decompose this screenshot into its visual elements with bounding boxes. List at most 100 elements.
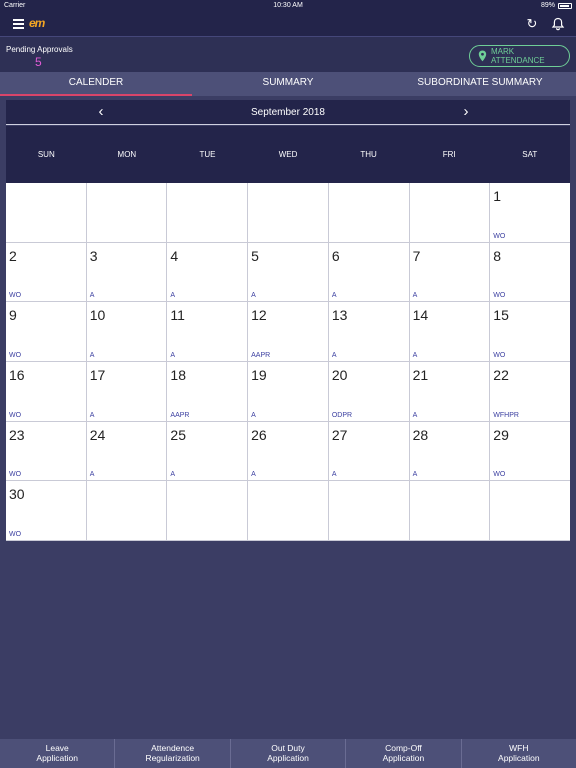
pending-approvals-bar: Pending Approvals 5 MARK ATTENDANCE xyxy=(0,36,576,72)
day-cell[interactable] xyxy=(248,183,328,242)
day-number: 7 xyxy=(412,247,421,264)
tab-subordinate-summary[interactable]: SUBORDINATE SUMMARY xyxy=(384,72,576,96)
day-number: 17 xyxy=(89,367,106,383)
location-pin-icon xyxy=(478,50,487,62)
day-cell[interactable]: 13 A xyxy=(328,302,409,361)
day-cell[interactable] xyxy=(328,481,409,540)
refresh-icon[interactable]: ↻ xyxy=(525,17,539,31)
day-cell[interactable] xyxy=(248,481,328,540)
day-cell[interactable]: 5A xyxy=(248,242,328,302)
day-cell[interactable]: 29 WO xyxy=(490,421,570,481)
hamburger-icon[interactable] xyxy=(13,19,24,29)
day-cell[interactable]: 2 WO xyxy=(6,242,86,302)
leave-application-button[interactable]: Leave Application xyxy=(0,739,116,768)
day-status: WFHPR xyxy=(493,411,519,419)
day-cell[interactable]: 25 A xyxy=(167,421,248,481)
day-number: 27 xyxy=(331,426,348,443)
bell-icon[interactable] xyxy=(551,17,565,31)
day-number: 14 xyxy=(412,307,429,324)
mark-attendance-button[interactable]: MARK ATTENDANCE xyxy=(469,45,570,67)
day-cell[interactable]: 6A xyxy=(328,242,409,302)
day-cell[interactable]: 18 AAPR xyxy=(167,362,248,421)
tab-calender[interactable]: CALENDER xyxy=(0,72,192,96)
day-cell[interactable]: 19 A xyxy=(248,362,328,421)
day-cell[interactable]: 11 A xyxy=(167,302,248,361)
day-cell[interactable]: 20 ODPR xyxy=(328,362,409,421)
day-number: 4 xyxy=(170,247,179,264)
button-line: Regularization xyxy=(145,753,200,763)
day-cell[interactable] xyxy=(167,481,248,540)
wfh-application-button[interactable]: WFH Application xyxy=(462,739,576,768)
day-cell[interactable]: 26 A xyxy=(248,421,328,481)
day-cell[interactable] xyxy=(86,481,167,540)
weekday-wed: WED xyxy=(278,150,298,159)
day-status: AAPR xyxy=(251,352,271,359)
day-cell[interactable] xyxy=(490,481,570,540)
calendar-grid: 1 WO 2 WO 3 A 4 A 5 A 6 A 7 A 8 WO 9 WO 10 A 11 A 12 AAPR 13 A 14 A… xyxy=(6,183,570,541)
day-status: WO xyxy=(9,352,22,359)
day-status: WO xyxy=(493,471,506,479)
day-number: 10 xyxy=(89,307,106,324)
day-cell[interactable]: 23 WO xyxy=(6,421,86,481)
out-duty-application-button[interactable]: Out Duty Application xyxy=(231,739,347,768)
weekday-sat: SAT xyxy=(522,150,538,159)
tab-summary[interactable]: SUMMARY xyxy=(192,72,384,96)
day-cell[interactable]: 22 WFHPR xyxy=(490,362,570,421)
button-line: Application xyxy=(36,753,78,763)
day-cell[interactable]: 24 A xyxy=(86,421,167,481)
day-status: A xyxy=(89,352,95,359)
battery-percent: 89% xyxy=(540,2,555,9)
button-line: Application xyxy=(498,753,540,763)
day-cell[interactable]: 8 WO xyxy=(490,242,570,302)
day-status: A xyxy=(251,292,256,300)
day-status: A xyxy=(170,471,176,479)
day-cell[interactable] xyxy=(167,183,248,242)
button-line: Application xyxy=(267,753,309,763)
day-cell[interactable]: 16 WO xyxy=(6,362,86,421)
weekday-sun: SUN xyxy=(37,150,55,159)
weekday-fri: FRI xyxy=(442,150,456,159)
day-status: AAPR xyxy=(170,411,190,419)
day-status: WO xyxy=(493,232,506,240)
day-cell[interactable] xyxy=(409,183,490,242)
day-number: 20 xyxy=(331,367,348,383)
day-number: 18 xyxy=(170,367,186,383)
day-cell[interactable]: 1 WO xyxy=(490,183,570,242)
day-number: 2 xyxy=(9,247,17,264)
day-number: 26 xyxy=(251,426,267,443)
day-cell[interactable]: 21 A xyxy=(409,362,490,421)
day-number: 3 xyxy=(89,247,98,264)
day-cell[interactable] xyxy=(86,183,167,242)
day-status: A xyxy=(170,352,176,359)
day-status: A xyxy=(412,411,418,419)
day-cell[interactable]: 27 A xyxy=(328,421,409,481)
comp-off-application-button[interactable]: Comp-Off Application xyxy=(346,739,462,768)
day-cell[interactable]: 12 AAPR xyxy=(248,302,328,361)
day-number: 28 xyxy=(412,426,429,443)
button-line: Leave xyxy=(45,743,69,753)
status-time: 10:30 AM xyxy=(273,2,303,9)
day-cell[interactable] xyxy=(6,183,86,242)
pending-approvals-count[interactable]: 5 xyxy=(35,55,42,69)
day-cell[interactable]: 17 A xyxy=(86,362,167,421)
day-number: 5 xyxy=(251,247,259,264)
day-cell[interactable]: 10 A xyxy=(86,302,167,361)
day-cell[interactable]: 28 A xyxy=(409,421,490,481)
app-bar: em ↻ xyxy=(0,12,576,36)
day-cell[interactable]: 3A xyxy=(86,242,167,302)
day-cell[interactable]: 30 WO xyxy=(6,481,86,540)
day-number: 15 xyxy=(493,307,509,324)
next-month-arrow-icon[interactable]: › xyxy=(456,103,476,121)
day-cell[interactable]: 15 WO xyxy=(490,302,570,361)
day-cell[interactable]: 4A xyxy=(167,242,248,302)
day-cell[interactable] xyxy=(409,481,490,540)
day-number: 24 xyxy=(89,426,106,443)
attendence-regularization-button[interactable]: Attendence Regularization xyxy=(115,739,231,768)
day-number: 6 xyxy=(331,247,340,264)
day-cell[interactable]: 9 WO xyxy=(6,302,86,361)
weekday-mon: MON xyxy=(117,150,137,159)
day-cell[interactable] xyxy=(328,183,409,242)
day-cell[interactable]: 14 A xyxy=(409,302,490,361)
day-status: WO xyxy=(9,531,22,538)
day-cell[interactable]: 7A xyxy=(409,242,490,302)
